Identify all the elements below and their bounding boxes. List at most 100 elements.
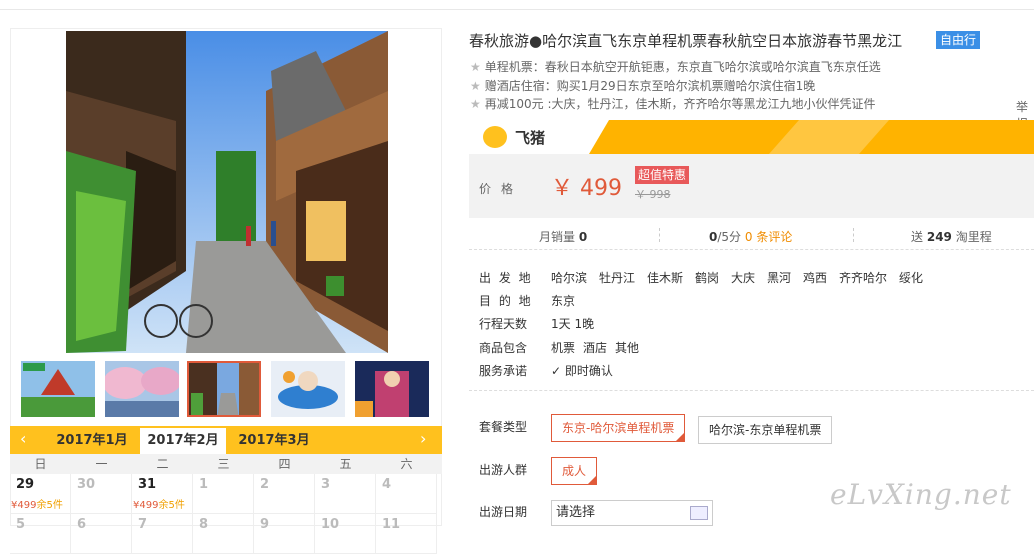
price-label: 价格 — [479, 182, 524, 196]
calendar-day-cell[interactable]: 1 — [193, 474, 254, 514]
star-icon: ★ — [470, 79, 481, 93]
calendar-day-number: 11 — [382, 517, 401, 532]
calendar-day-cell[interactable]: 9 — [254, 514, 315, 554]
calendar-day-number: 4 — [382, 477, 392, 492]
calendar-day-cell[interactable]: 7 — [132, 514, 193, 554]
calendar-day-cell[interactable]: 6 — [71, 514, 132, 554]
calendar-day-number: 29 — [16, 477, 35, 492]
points-prefix: 送 — [911, 230, 924, 244]
package-option-tokyo-harbin[interactable]: 东京-哈尔滨单程机票 — [551, 414, 686, 442]
weekday-label: 四 — [278, 457, 291, 471]
calendar-weekday-row: 日 一 二 三 四 五 六 — [10, 454, 442, 474]
calendar-day-number: 10 — [321, 517, 340, 532]
calendar-day-price: ¥499余5件 — [11, 496, 63, 511]
calendar-day-cell[interactable]: 2 — [254, 474, 315, 514]
includes-item: 酒店 — [583, 341, 608, 355]
weekday-label: 三 — [217, 457, 230, 471]
weekday-label: 二 — [156, 457, 169, 471]
traveler-option-adult[interactable]: 成人 — [551, 457, 598, 485]
weekday-label: 日 — [34, 457, 47, 471]
thumbnail-2[interactable] — [105, 361, 179, 417]
departure-city[interactable]: 哈尔滨 — [551, 269, 587, 286]
calendar-icon[interactable] — [690, 506, 708, 520]
thumbnail-5[interactable] — [355, 361, 429, 417]
weekday-label: 一 — [95, 457, 108, 471]
departure-city[interactable]: 大庆 — [731, 269, 755, 286]
deal-badge: 超值特惠 — [635, 166, 690, 184]
departure-city[interactable]: 鹤岗 — [695, 269, 719, 286]
day-price: ¥499 — [11, 500, 37, 511]
promise-label: 服务承诺 — [479, 364, 528, 378]
departure-city[interactable]: 佳木斯 — [647, 269, 683, 286]
main-product-photo — [66, 31, 388, 353]
calendar-day-cell[interactable]: 8 — [193, 514, 254, 554]
promo-line: ★ 赠酒店住宿：购买1月29日东京至哈尔滨机票赠哈尔滨住宿1晚 — [470, 77, 815, 94]
departure-city[interactable]: 牡丹江 — [599, 269, 635, 286]
calendar-day-cell[interactable]: 3 — [315, 474, 376, 514]
original-price: ￥ 998 — [635, 188, 671, 201]
calendar-day-number: 1 — [199, 477, 209, 492]
departure-city[interactable]: 绥化 — [899, 269, 923, 286]
fliggy-logo-icon — [483, 126, 507, 148]
day-price: ¥499 — [133, 500, 159, 511]
calendar-day-cell[interactable]: 5 — [10, 514, 71, 554]
departure-city[interactable]: 黑河 — [767, 269, 791, 286]
calendar-day-cell[interactable]: 30 — [71, 474, 132, 514]
calendar-day-number: 2 — [260, 477, 270, 492]
calendar-day-number: 5 — [16, 517, 26, 532]
points: 送 249 淘里程 — [911, 228, 992, 245]
calendar-month-jan[interactable]: 2017年1月 — [52, 426, 132, 454]
includes-item: 机票 — [551, 341, 576, 355]
day-stock: 余5件 — [36, 500, 63, 511]
monthly-sales: 月销量 0 — [539, 228, 587, 245]
departure-label: 出 发 地 — [479, 271, 533, 285]
day-stock: 余5件 — [158, 500, 185, 511]
calendar-month-mar[interactable]: 2017年3月 — [234, 426, 314, 454]
calendar-month-feb[interactable]: 2017年2月 — [140, 428, 226, 454]
date-label: 出游日期 — [479, 505, 528, 519]
product-title: 春秋旅游●哈尔滨直飞东京单程机票春秋航空日本旅游春节黑龙江 — [469, 32, 903, 50]
destination-label: 目 的 地 — [479, 294, 533, 308]
price-calendar: ‹ 2017年1月 2017年2月 2017年3月 › 日 一 二 三 四 五 … — [10, 426, 442, 554]
thumbnail-4[interactable] — [271, 361, 345, 417]
days-label: 行程天数 — [479, 317, 528, 331]
departure-city[interactable]: 鸡西 — [803, 269, 827, 286]
shop-name: 飞猪 — [515, 129, 546, 147]
thumbnail-3-selected[interactable] — [187, 361, 261, 417]
package-option-harbin-tokyo[interactable]: 哈尔滨-东京单程机票 — [698, 416, 833, 444]
promo-line: ★ 单程机票：春秋日本航空开航钜惠，东京直飞哈尔滨或哈尔滨直飞东京任选 — [470, 58, 881, 75]
calendar-next-icon[interactable]: › — [420, 429, 426, 448]
rating-suffix: /5分 — [717, 230, 742, 244]
promo-text: 再减100元 :大庆，牡丹江，佳木斯，齐齐哈尔等黑龙江九地小伙伴凭证件 — [484, 97, 876, 111]
monthly-sales-value: 0 — [578, 230, 588, 244]
calendar-day-cell[interactable]: 11 — [376, 514, 437, 554]
weekday-label: 五 — [339, 457, 352, 471]
rating: 0/5分 0 条评论 — [709, 228, 792, 245]
review-count-link[interactable]: 0 条评论 — [745, 230, 792, 244]
calendar-day-cell[interactable]: 4 — [376, 474, 437, 514]
stat-divider — [853, 228, 854, 242]
fliggy-banner: 飞猪 — [469, 120, 1034, 154]
points-value: 249 — [926, 230, 952, 244]
date-placeholder: 请选择 — [556, 505, 596, 520]
promise-value: ✓ 即时确认 — [551, 362, 613, 379]
calendar-day-number: 31 — [138, 477, 157, 492]
calendar-day-cell[interactable]: 31 ¥499余5件 — [132, 474, 193, 514]
calendar-prev-icon[interactable]: ‹ — [20, 429, 26, 448]
star-icon: ★ — [470, 97, 481, 111]
departure-city[interactable]: 齐齐哈尔 — [839, 269, 887, 286]
includes-label: 商品包含 — [479, 341, 528, 355]
free-travel-tag: 自由行 — [936, 31, 981, 49]
days-value: 1天 1晚 — [551, 317, 595, 331]
thumbnail-1[interactable] — [21, 361, 95, 417]
calendar-day-price: ¥499余5件 — [133, 496, 185, 511]
sales-stats: 月销量 0 0/5分 0 条评论 送 249 淘里程 — [469, 222, 1034, 250]
travel-date-select[interactable]: 请选择 — [551, 500, 713, 526]
promise-text: 即时确认 — [564, 364, 613, 378]
calendar-day-cell[interactable]: 29 ¥499余5件 — [10, 474, 71, 514]
calendar-header: ‹ 2017年1月 2017年2月 2017年3月 › — [10, 426, 442, 454]
top-divider — [0, 9, 1034, 10]
package-label: 套餐类型 — [479, 420, 528, 434]
calendar-day-cell[interactable]: 10 — [315, 514, 376, 554]
section-divider — [469, 390, 1034, 391]
